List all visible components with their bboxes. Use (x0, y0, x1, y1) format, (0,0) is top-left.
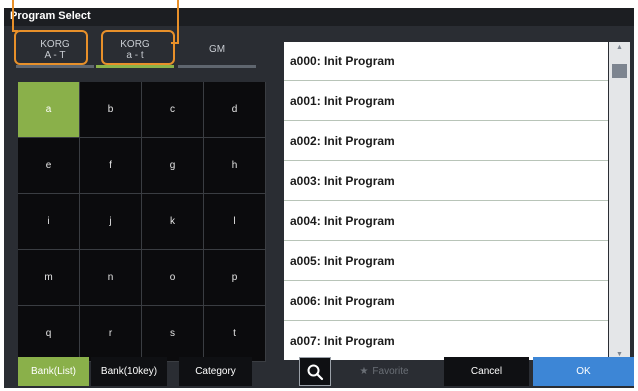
program-row[interactable]: a000: Init Program (284, 42, 608, 81)
tab-gm-label: GM (208, 44, 226, 55)
key-k[interactable]: k (142, 194, 203, 249)
favorite-label: Favorite (372, 366, 409, 377)
callout-highlight-lower (101, 30, 175, 65)
key-t[interactable]: t (204, 306, 265, 361)
category-button[interactable]: Category (179, 357, 252, 386)
tab-underline (178, 65, 256, 68)
tab-underline (16, 65, 94, 68)
list-scrollbar[interactable]: ▲ ▼ (609, 42, 630, 360)
key-j[interactable]: j (80, 194, 141, 249)
callout-line (171, 42, 179, 44)
scroll-thumb[interactable] (612, 64, 627, 78)
cancel-button[interactable]: Cancel (444, 357, 529, 386)
program-row[interactable]: a001: Init Program (284, 82, 608, 121)
callout-line (12, 0, 14, 32)
key-d[interactable]: d (204, 82, 265, 137)
title-bar: Program Select (4, 8, 634, 26)
tab-gm[interactable]: GM (178, 34, 256, 68)
program-row[interactable]: a005: Init Program (284, 242, 608, 281)
program-row[interactable]: a004: Init Program (284, 202, 608, 241)
key-c[interactable]: c (142, 82, 203, 137)
callout-line (12, 30, 18, 32)
key-h[interactable]: h (204, 138, 265, 193)
program-list: a000: Init Program a001: Init Program a0… (284, 42, 608, 360)
program-row[interactable]: a007: Init Program (284, 322, 608, 360)
key-l[interactable]: l (204, 194, 265, 249)
key-b[interactable]: b (80, 82, 141, 137)
scroll-up-icon[interactable]: ▲ (609, 44, 630, 51)
key-n[interactable]: n (80, 250, 141, 305)
program-select-dialog: Program Select KORG A - T KORG a - t GM … (4, 8, 634, 388)
tab-underline-active (96, 65, 174, 68)
key-m[interactable]: m (18, 250, 79, 305)
callout-highlight-upper (14, 30, 88, 65)
key-i[interactable]: i (18, 194, 79, 249)
key-e[interactable]: e (18, 138, 79, 193)
key-g[interactable]: g (142, 138, 203, 193)
favorite-button[interactable]: ★ Favorite (344, 357, 424, 386)
key-f[interactable]: f (80, 138, 141, 193)
ok-button[interactable]: OK (533, 357, 634, 386)
key-r[interactable]: r (80, 306, 141, 361)
callout-line (177, 0, 179, 44)
bank-key-grid: a b c d e f g h i j k l m n o p q r s t (18, 82, 266, 362)
key-o[interactable]: o (142, 250, 203, 305)
bank-list-button[interactable]: Bank(List) (18, 357, 89, 386)
search-icon (307, 364, 324, 380)
key-p[interactable]: p (204, 250, 265, 305)
search-button[interactable] (299, 357, 331, 386)
key-s[interactable]: s (142, 306, 203, 361)
dialog-title: Program Select (10, 10, 91, 22)
program-row[interactable]: a003: Init Program (284, 162, 608, 201)
bank-10key-button[interactable]: Bank(10key) (91, 357, 167, 386)
key-q[interactable]: q (18, 306, 79, 361)
program-row[interactable]: a002: Init Program (284, 122, 608, 161)
star-icon: ★ (359, 366, 369, 377)
key-a[interactable]: a (18, 82, 79, 137)
program-row[interactable]: a006: Init Program (284, 282, 608, 321)
